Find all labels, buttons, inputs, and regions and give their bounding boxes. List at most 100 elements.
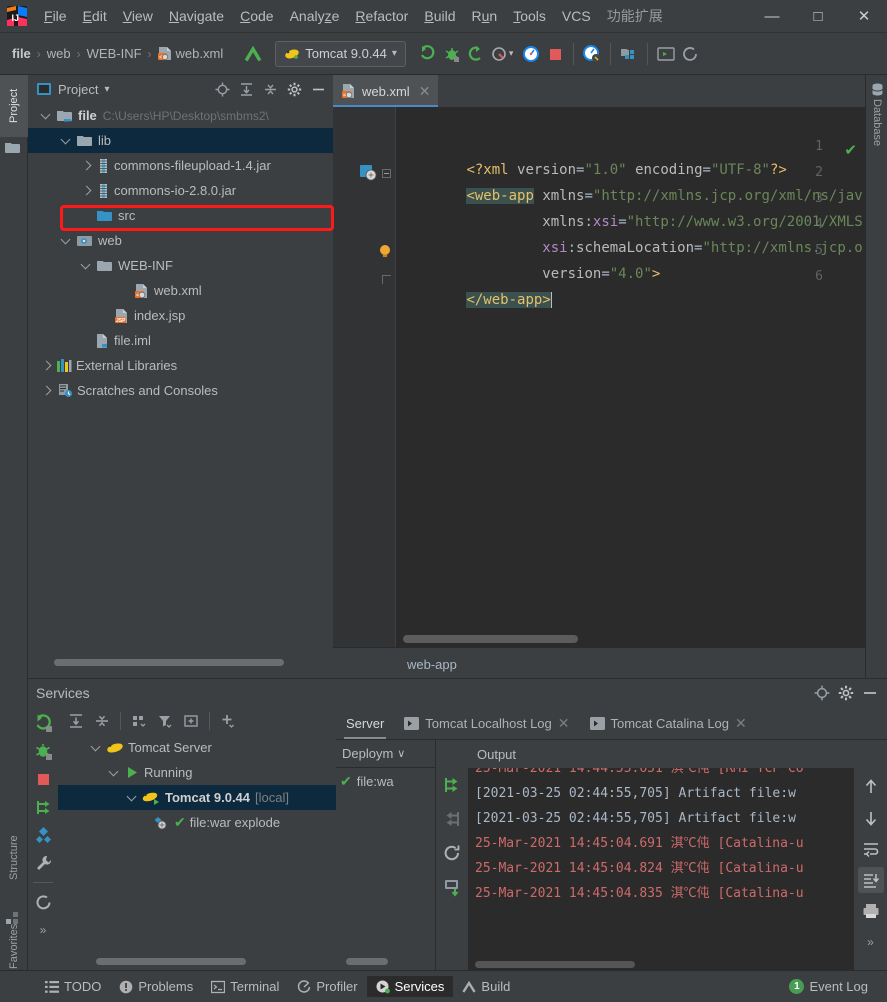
- menu-file[interactable]: FFileile: [36, 5, 75, 27]
- menu-code[interactable]: Code: [232, 5, 281, 27]
- project-folder-icon[interactable]: [5, 141, 22, 155]
- redeploy-icon[interactable]: [31, 795, 55, 819]
- tree-item-indexjsp[interactable]: JSP index.jsp: [28, 303, 333, 328]
- run-with-coverage-icon[interactable]: [464, 42, 488, 66]
- chevron-collapsed-icon[interactable]: [80, 184, 93, 197]
- tree-item-commons-io[interactable]: commons-io-2.8.0.jar: [28, 178, 333, 203]
- filter-icon[interactable]: [153, 709, 177, 733]
- locate-icon[interactable]: [811, 682, 833, 704]
- update-icon[interactable]: [678, 42, 702, 66]
- print-icon[interactable]: [858, 898, 884, 924]
- terminal-icon[interactable]: [654, 42, 678, 66]
- tree-item-file[interactable]: file C:\Users\HP\Desktop\smbms2\: [28, 103, 333, 128]
- chevron-expanded-icon[interactable]: [126, 791, 139, 804]
- menu-vcs[interactable]: VCS: [554, 5, 599, 27]
- run-icon[interactable]: [416, 42, 440, 66]
- sidebar-item-project[interactable]: Project: [0, 75, 28, 137]
- tab-tomcat-localhost-log[interactable]: Tomcat Localhost Log ✕: [394, 707, 579, 739]
- more-icon[interactable]: »: [858, 929, 884, 955]
- rerun-icon[interactable]: [31, 711, 55, 735]
- tree-item-scratches[interactable]: Scratches and Consoles: [28, 378, 333, 403]
- intention-bulb-icon[interactable]: [378, 244, 392, 260]
- tree-item-fileiml[interactable]: file.iml: [28, 328, 333, 353]
- services-tree-item-running[interactable]: Running: [58, 760, 336, 785]
- add-icon[interactable]: [216, 709, 240, 733]
- debug-icon[interactable]: [31, 739, 55, 763]
- chevron-collapsed-icon[interactable]: [40, 384, 53, 397]
- menu-navigate[interactable]: Navigate: [161, 5, 232, 27]
- status-item-event-log[interactable]: 1 Event Log: [780, 976, 877, 997]
- profiler-attach-icon[interactable]: [580, 42, 604, 66]
- breadcrumb-item-file[interactable]: file: [8, 44, 35, 63]
- undeploy-icon[interactable]: [439, 806, 465, 832]
- services-tree-scrollbar[interactable]: [96, 958, 246, 965]
- editor-horizontal-scrollbar[interactable]: [403, 635, 578, 643]
- scroll-up-icon[interactable]: [858, 774, 884, 800]
- menu-edit[interactable]: Edit: [75, 5, 115, 27]
- maximize-icon[interactable]: □: [795, 0, 841, 33]
- tree-item-external-libraries[interactable]: External Libraries: [28, 353, 333, 378]
- console-horizontal-scrollbar[interactable]: [475, 961, 635, 968]
- run-configuration-selector[interactable]: Tomcat 9.0.44 ▾: [275, 40, 406, 67]
- chevron-down-icon[interactable]: ▾: [104, 84, 109, 95]
- deployment-row-artifact[interactable]: ✔ file:wa: [336, 768, 435, 794]
- menu-build[interactable]: Build: [416, 5, 463, 27]
- expand-all-icon[interactable]: [235, 78, 257, 100]
- search-everywhere-icon[interactable]: [519, 42, 543, 66]
- scroll-to-end-icon[interactable]: [857, 867, 884, 893]
- tree-item-web[interactable]: web: [28, 228, 333, 253]
- chevron-expanded-icon[interactable]: [108, 766, 121, 779]
- sidebar-item-structure[interactable]: Structure: [0, 815, 28, 901]
- menu-tools[interactable]: Tools: [505, 5, 554, 27]
- add-tab-icon[interactable]: [179, 709, 203, 733]
- editor-tab-webxml[interactable]: < web.xml ✕: [333, 75, 439, 107]
- project-structure-icon[interactable]: [617, 42, 641, 66]
- stop-icon[interactable]: [543, 42, 567, 66]
- gear-icon[interactable]: [283, 78, 305, 100]
- tree-item-webinf[interactable]: WEB-INF: [28, 253, 333, 278]
- console-output[interactable]: 25-Mar-2021 14:44:55.651 淇℃伅 [RMI TCP Co…: [469, 768, 887, 971]
- fold-end-marker-icon[interactable]: [382, 275, 391, 284]
- edit-configurations-icon[interactable]: [31, 823, 55, 847]
- services-tree[interactable]: Tomcat Server Running Tomcat 9.0.44 [loc…: [58, 735, 336, 945]
- update-deployment-icon[interactable]: [439, 874, 465, 900]
- close-icon[interactable]: ✕: [735, 715, 747, 732]
- xml-descriptor-gutter-icon[interactable]: [360, 164, 377, 181]
- deployment-header[interactable]: Deploym ∨: [336, 740, 435, 768]
- close-icon[interactable]: ✕: [419, 83, 431, 100]
- status-item-build[interactable]: Build: [453, 976, 519, 997]
- collapse-all-icon[interactable]: [90, 709, 114, 733]
- breadcrumb-item-webxml[interactable]: < web.xml: [154, 44, 228, 63]
- locate-icon[interactable]: [211, 78, 233, 100]
- editor-breadcrumb-webapp[interactable]: web-app: [407, 657, 457, 672]
- hide-icon[interactable]: [859, 682, 881, 704]
- breadcrumb-item-webinf[interactable]: WEB-INF: [83, 44, 146, 63]
- chevron-expanded-icon[interactable]: [90, 741, 103, 754]
- status-item-services[interactable]: Services: [366, 976, 454, 997]
- close-icon[interactable]: ✕: [841, 0, 887, 33]
- services-tree-item-tomcat-9044[interactable]: Tomcat 9.0.44 [local]: [58, 785, 336, 810]
- chevron-down-icon[interactable]: ∨: [397, 747, 405, 760]
- refresh-icon[interactable]: [31, 890, 55, 914]
- deploy-icon[interactable]: [439, 772, 465, 798]
- status-item-profiler[interactable]: Profiler: [288, 976, 366, 997]
- tree-item-commons-fileupload[interactable]: commons-fileupload-1.4.jar: [28, 153, 333, 178]
- project-tree[interactable]: file C:\Users\HP\Desktop\smbms2\ lib com…: [28, 103, 333, 663]
- editor-gutter[interactable]: [333, 107, 395, 647]
- services-tree-item-tomcat-server[interactable]: Tomcat Server: [58, 735, 336, 760]
- menu-feature-extension[interactable]: 功能扩展: [599, 3, 671, 29]
- scroll-down-icon[interactable]: [858, 805, 884, 831]
- profile-icon[interactable]: [488, 42, 512, 66]
- deployment-scrollbar[interactable]: [346, 958, 388, 965]
- chevron-expanded-icon[interactable]: [60, 234, 73, 247]
- hide-icon[interactable]: [307, 78, 329, 100]
- group-icon[interactable]: [127, 709, 151, 733]
- breadcrumb-item-web[interactable]: web: [43, 44, 75, 63]
- tree-item-webxml[interactable]: < web.xml: [28, 278, 333, 303]
- menu-run[interactable]: Run: [464, 5, 506, 27]
- status-item-terminal[interactable]: Terminal: [202, 976, 288, 997]
- stop-icon[interactable]: [31, 767, 55, 791]
- project-horizontal-scrollbar[interactable]: [54, 659, 284, 666]
- soft-wrap-icon[interactable]: [858, 836, 884, 862]
- status-item-problems[interactable]: Problems: [110, 976, 202, 997]
